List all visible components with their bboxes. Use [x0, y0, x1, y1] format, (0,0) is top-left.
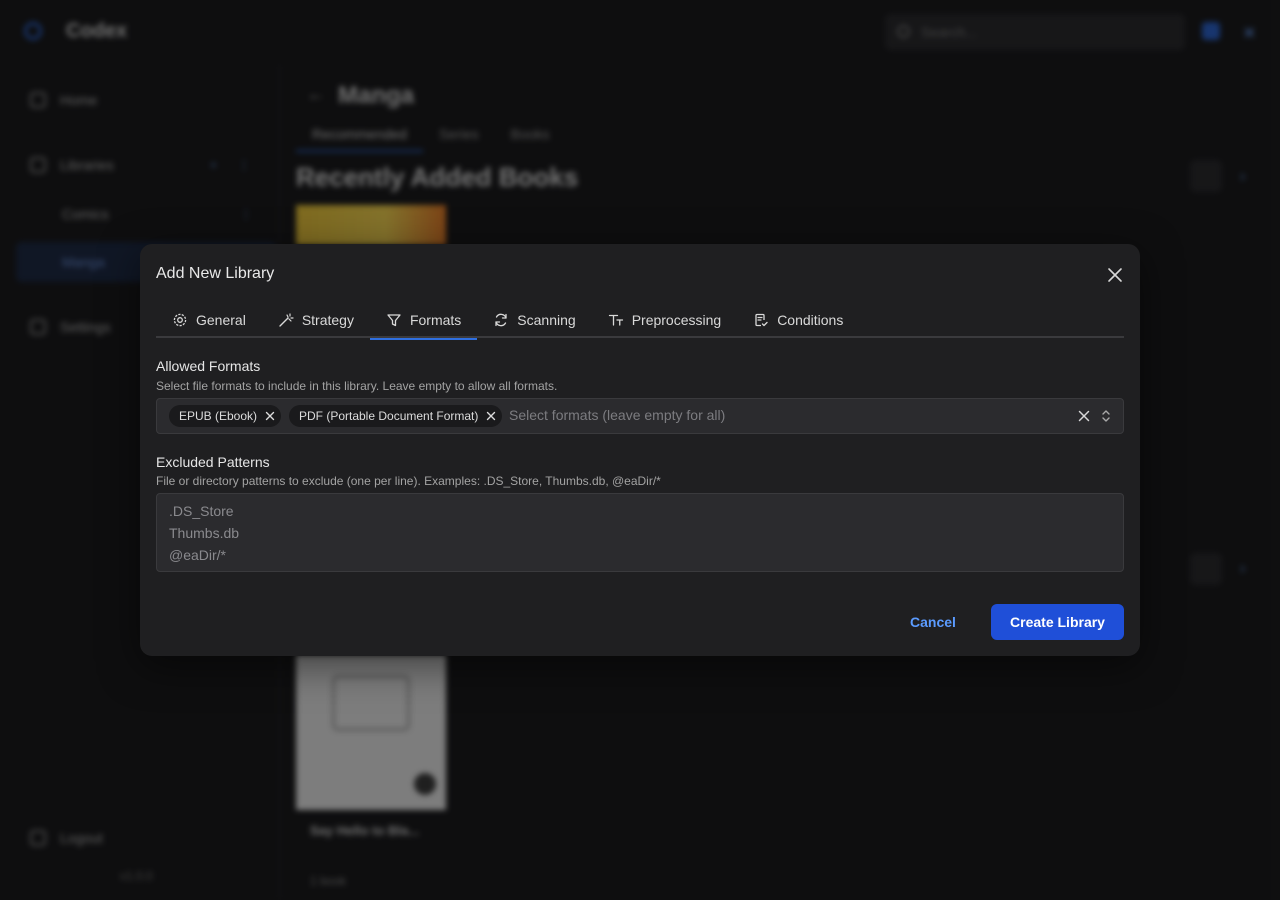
clear-icon[interactable]: [1077, 409, 1091, 423]
format-chip-epub: EPUB (Ebook): [169, 405, 282, 427]
format-chip-pdf: PDF (Portable Document Format): [289, 405, 503, 427]
chevron-up-down-icon[interactable]: [1100, 408, 1112, 424]
remove-chip-icon[interactable]: [263, 409, 277, 423]
dialog-title: Add New Library: [156, 265, 275, 282]
placeholder-line: Thumbs.db: [169, 525, 240, 541]
chip-label: EPUB (Ebook): [179, 409, 258, 423]
chip-label: PDF (Portable Document Format): [299, 409, 479, 423]
tab-scanning[interactable]: Scanning: [477, 302, 591, 338]
gear-icon: [173, 313, 187, 327]
allowed-formats-label: Allowed Formats: [156, 358, 261, 374]
tab-label: Preprocessing: [631, 312, 722, 328]
remove-chip-icon[interactable]: [484, 409, 498, 423]
filter-icon: [387, 314, 401, 327]
tab-label: General: [196, 312, 246, 328]
excluded-patterns-label: Excluded Patterns: [156, 454, 270, 470]
dialog-tabs: General Strategy Formats Scanning Prepro…: [156, 302, 1124, 340]
formats-search-input[interactable]: Select formats (leave empty for all): [509, 407, 725, 423]
excluded-patterns-textarea[interactable]: .DS_Store Thumbs.db @eaDir/*: [156, 493, 1124, 572]
text-size-icon: [608, 314, 623, 326]
tab-conditions[interactable]: Conditions: [737, 302, 859, 338]
create-library-button[interactable]: Create Library: [991, 604, 1124, 640]
cancel-button[interactable]: Cancel: [892, 604, 974, 640]
tab-general[interactable]: General: [156, 302, 262, 338]
excluded-patterns-description: File or directory patterns to exclude (o…: [156, 474, 661, 488]
close-icon[interactable]: [1105, 265, 1125, 285]
placeholder-line: .DS_Store: [169, 503, 234, 519]
tab-label: Conditions: [777, 312, 844, 328]
document-check-icon: [755, 313, 768, 327]
tab-label: Strategy: [301, 312, 354, 328]
tab-label: Formats: [409, 312, 462, 328]
add-library-dialog: Add New Library General Strategy Formats: [140, 244, 1140, 656]
placeholder-line: @eaDir/*: [169, 547, 227, 563]
tab-preprocessing[interactable]: Preprocessing: [592, 302, 738, 338]
refresh-icon: [495, 313, 507, 327]
tab-strategy[interactable]: Strategy: [262, 302, 370, 338]
wand-icon: [279, 313, 294, 327]
formats-multiselect[interactable]: EPUB (Ebook) PDF (Portable Document Form…: [156, 398, 1124, 434]
allowed-formats-description: Select file formats to include in this l…: [156, 379, 558, 393]
tab-formats[interactable]: Formats: [369, 302, 478, 340]
tab-label: Scanning: [517, 312, 576, 328]
